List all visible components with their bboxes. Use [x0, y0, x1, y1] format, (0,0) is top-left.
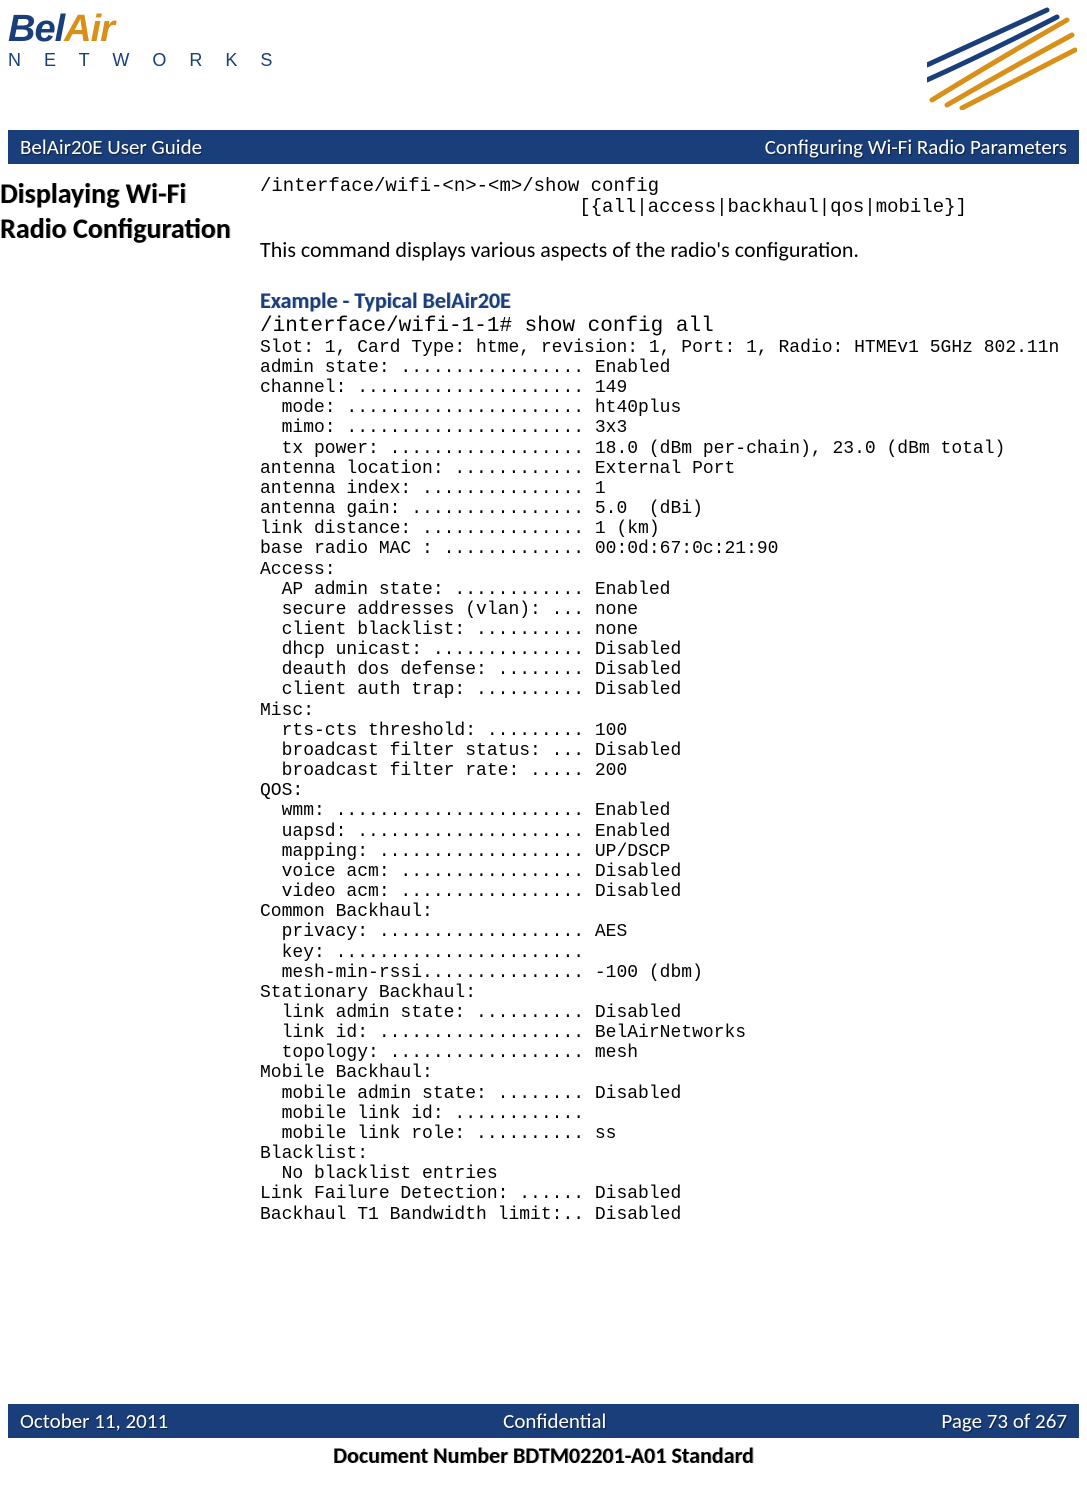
logo-part-bel: Bel — [8, 8, 64, 50]
example-heading: Example - Typical BelAir20E — [260, 287, 1079, 314]
footer-confidential: Confidential — [503, 1408, 606, 1434]
example-output: Slot: 1, Card Type: htme, revision: 1, P… — [260, 338, 1079, 1225]
command-syntax: /interface/wifi-<n>-<m>/show config [{al… — [260, 176, 1079, 218]
footer-date: October 11, 2011 — [20, 1408, 168, 1434]
title-bar: BelAir20E User Guide Configuring Wi-Fi R… — [8, 130, 1079, 164]
command-description: This command displays various aspects of… — [260, 236, 1079, 263]
page: BelAir N E T W O R K S BelAir20E User Gu… — [0, 0, 1087, 1475]
content-area: Displaying Wi-Fi Radio Configuration /in… — [0, 164, 1087, 1404]
footer-page-number: Page 73 of 267 — [941, 1408, 1067, 1434]
section-heading: Displaying Wi-Fi Radio Configuration — [0, 176, 250, 246]
document-number: Document Number BDTM02201-A01 Standard — [0, 1438, 1087, 1475]
logo-part-air: Air — [64, 8, 114, 50]
header-area: BelAir N E T W O R K S — [0, 0, 1087, 130]
left-column: Displaying Wi-Fi Radio Configuration — [0, 176, 260, 1404]
footer-bar: October 11, 2011 Confidential Page 73 of… — [8, 1404, 1079, 1438]
logo-main-text: BelAir — [8, 10, 281, 48]
guide-title: BelAir20E User Guide — [20, 134, 202, 160]
chapter-title: Configuring Wi-Fi Radio Parameters — [765, 134, 1067, 160]
logo-sub-text: N E T W O R K S — [8, 50, 281, 71]
swoosh-icon — [927, 5, 1077, 110]
logo-belair-networks: BelAir N E T W O R K S — [8, 10, 281, 71]
example-command: /interface/wifi-1-1# show config all — [260, 316, 1079, 338]
right-column: /interface/wifi-<n>-<m>/show config [{al… — [260, 176, 1079, 1404]
